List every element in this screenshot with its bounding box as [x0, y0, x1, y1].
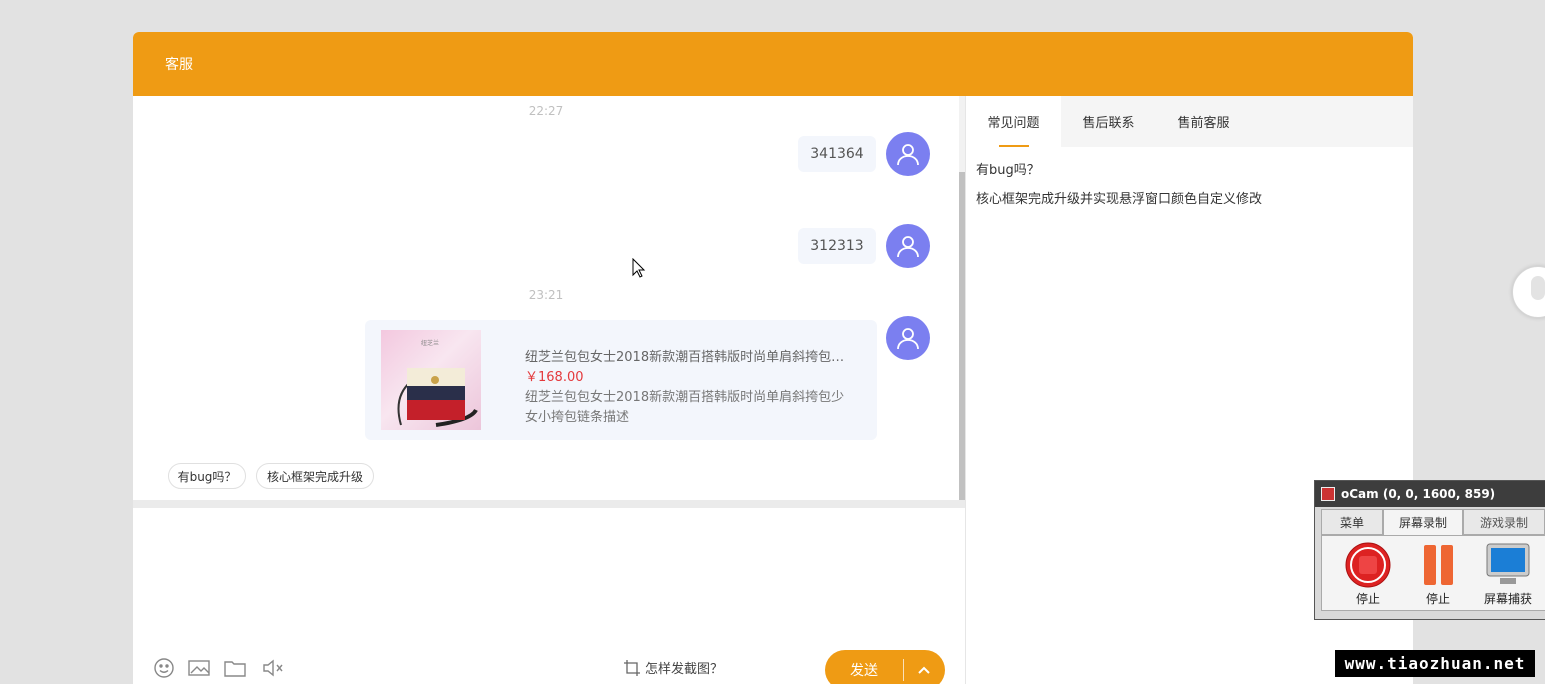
send-options-button[interactable] [904, 663, 944, 677]
tab-label: 售前客服 [1177, 116, 1230, 131]
product-title: 纽芝兰包包女士2018新款潮百搭韩版时尚单肩斜挎包少女小挎包链条 [525, 350, 855, 365]
user-icon [897, 236, 919, 258]
ocam-pause-button[interactable]: 停止 [1408, 542, 1468, 607]
avatar [886, 224, 930, 268]
image-icon[interactable] [187, 657, 211, 679]
product-price: ￥168.00 [525, 370, 584, 385]
send-label: 发送 [850, 663, 878, 679]
product-card[interactable]: 纽芝兰 纽芝兰包包女士2018新款潮百搭韩版时尚单肩斜挎包少女小挎包链条 ￥16… [365, 320, 877, 440]
mouse-cursor-icon [632, 258, 646, 278]
mute-icon[interactable] [261, 657, 285, 679]
tab-common-questions[interactable]: 常见问题 [966, 96, 1061, 147]
quick-reply-chip[interactable]: 有bug吗？ [168, 463, 246, 489]
header-title: 客服 [165, 57, 193, 73]
folder-icon[interactable] [223, 657, 247, 679]
quick-reply-chip[interactable]: 核心框架完成升级 [256, 463, 374, 489]
ocam-button-label: 屏幕捕获 [1483, 592, 1532, 606]
ocam-tab-screen-record[interactable]: 屏幕录制 [1383, 509, 1463, 535]
ocam-tab-game-record[interactable]: 游戏录制 [1463, 509, 1545, 535]
ocam-button-label: 停止 [1355, 592, 1380, 606]
ocam-title: oCam (0, 0, 1600, 859) [1341, 487, 1496, 501]
ocam-button-label: 停止 [1425, 592, 1450, 606]
faq-item[interactable]: 有bug吗？ [976, 159, 1040, 178]
ocam-capture-button[interactable]: 屏幕捕获 [1478, 542, 1538, 607]
ocam-app-icon [1321, 487, 1335, 501]
emoji-icon[interactable] [152, 657, 176, 679]
ocam-titlebar[interactable]: oCam (0, 0, 1600, 859) [1315, 481, 1545, 507]
svg-text:纽芝兰: 纽芝兰 [421, 339, 439, 347]
ocam-stop-button[interactable]: 停止 [1338, 542, 1398, 607]
send-button[interactable]: 发送 [825, 650, 945, 684]
timestamp: 22:27 [528, 104, 564, 118]
tab-after-sales[interactable]: 售后联系 [1061, 96, 1156, 147]
stop-record-icon [1345, 542, 1391, 588]
input-divider [133, 500, 965, 508]
user-icon [897, 328, 919, 350]
message-bubble: 341364 [798, 136, 876, 172]
ocam-controls: 停止 停止 屏幕捕获 [1321, 535, 1545, 611]
crop-icon [624, 659, 640, 676]
faq-item[interactable]: 核心框架完成升级并实现悬浮窗口颜色自定义修改 [976, 188, 1262, 207]
watermark: www.tiaozhuan.net [1335, 650, 1535, 677]
screenshot-help-link[interactable]: 怎样发截图？ [623, 658, 723, 677]
faq-tabs: 常见问题 售后联系 售前客服 [966, 96, 1413, 147]
tab-pre-sales[interactable]: 售前客服 [1156, 96, 1251, 147]
message-bubble: 312313 [798, 228, 876, 264]
window-header: 客服 [133, 32, 1413, 96]
tab-label: 售后联系 [1082, 116, 1135, 131]
screenshot-help-label: 怎样发截图？ [645, 662, 724, 677]
pause-icon [1424, 545, 1453, 585]
product-description: 纽芝兰包包女士2018新款潮百搭韩版时尚单肩斜挎包少女小挎包链条描述 [525, 390, 845, 425]
timestamp: 23:21 [528, 288, 564, 302]
chevron-up-icon [918, 666, 930, 674]
monitor-icon [1486, 543, 1530, 584]
avatar [886, 316, 930, 360]
message-input[interactable] [133, 508, 965, 638]
active-tab-indicator [998, 145, 1029, 147]
voice-button[interactable] [1512, 266, 1545, 318]
user-icon [897, 144, 919, 166]
ocam-window: oCam (0, 0, 1600, 859) 菜单 屏幕录制 游戏录制 停止 停… [1314, 480, 1545, 620]
message-list[interactable]: 22:27 341364 312313 23:21 纽芝兰 纽芝兰包包女士201… [133, 96, 959, 500]
product-image: 纽芝兰 [381, 330, 481, 430]
chat-window: 客服 22:27 341364 312313 23:21 纽芝兰 纽芝兰包包女士… [133, 32, 1413, 684]
ocam-tabs: 菜单 屏幕录制 游戏录制 [1321, 509, 1545, 535]
tab-label: 常见问题 [987, 116, 1040, 131]
ocam-tab-menu[interactable]: 菜单 [1321, 509, 1383, 535]
microphone-icon [1531, 276, 1545, 300]
chat-panel: 22:27 341364 312313 23:21 纽芝兰 纽芝兰包包女士201… [133, 96, 965, 684]
avatar [886, 132, 930, 176]
